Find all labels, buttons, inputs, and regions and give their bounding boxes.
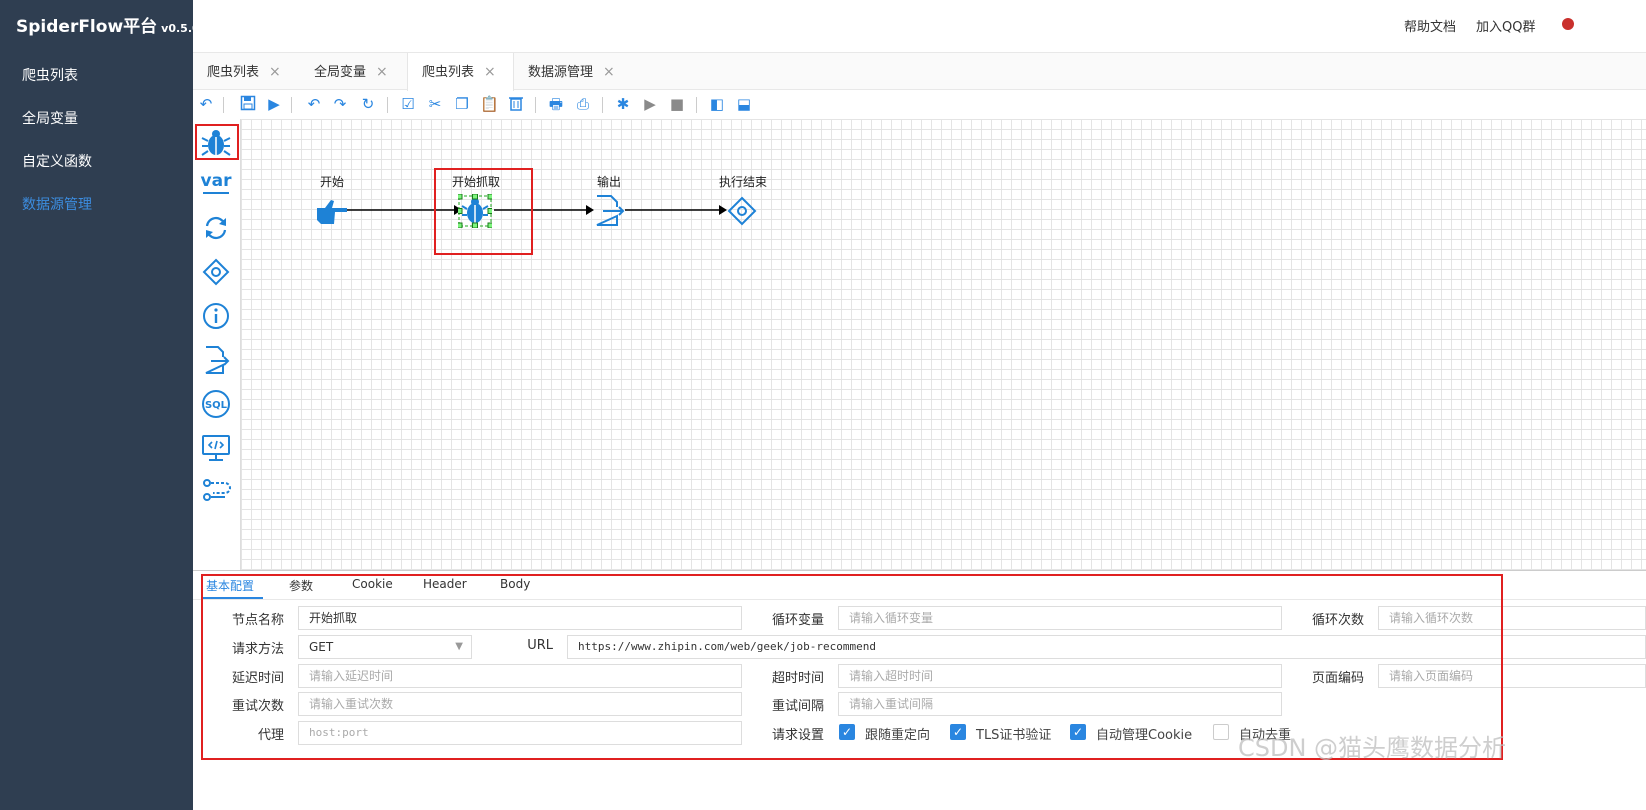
tab-spider-list[interactable]: 爬虫列表 ×: [193, 53, 300, 91]
output-node-icon[interactable]: [595, 194, 625, 232]
info-node-icon[interactable]: [199, 299, 233, 333]
node-palette: var SQL: [193, 119, 241, 570]
tab-spider-editor[interactable]: 爬虫列表 ×: [407, 53, 514, 92]
toolbar-divider: [223, 97, 224, 113]
undo-icon[interactable]: ↶: [305, 95, 323, 113]
delete-icon[interactable]: [507, 95, 525, 113]
tab-label: 爬虫列表: [422, 65, 475, 80]
arrow-head: [586, 205, 594, 215]
start-hand-icon[interactable]: [315, 194, 349, 232]
app-title: SpiderFlow平台: [16, 17, 158, 37]
toolbar-divider: [602, 97, 603, 113]
close-icon[interactable]: ×: [484, 64, 496, 80]
top-bar: 帮助文档 加入QQ群: [193, 0, 1646, 52]
tab-label: 数据源管理: [528, 65, 594, 80]
sidebar-item-datasource[interactable]: 数据源管理: [22, 194, 92, 214]
spider-node-highlight-box: [195, 124, 239, 160]
close-icon[interactable]: ×: [269, 64, 281, 80]
print-icon[interactable]: ⎙: [574, 95, 592, 113]
sidebar-item-custom-functions[interactable]: 自定义函数: [22, 151, 92, 171]
sql-node-icon[interactable]: SQL: [199, 387, 233, 421]
sidebar-item-global-vars[interactable]: 全局变量: [22, 108, 78, 128]
toolbar-divider: [291, 97, 292, 113]
node-start-label: 开始: [320, 175, 345, 189]
stop-icon[interactable]: ■: [668, 95, 686, 113]
code-node-icon[interactable]: [199, 431, 233, 465]
cut-icon[interactable]: ✂: [426, 95, 444, 113]
help-docs-link[interactable]: 帮助文档: [1404, 16, 1456, 35]
editor-toolbar: ↶ ▶ ↶ ↷ ↻ ☑ ✂ ❐ 📋 🖶 ⎙ ✱ ▶ ■ ◧ ⬓: [193, 91, 1646, 119]
close-icon[interactable]: ×: [603, 64, 615, 80]
sidebar: SpiderFlow平台 v0.5.0 爬虫列表 全局变量 自定义函数 数据源管理: [0, 0, 200, 810]
process-node-icon[interactable]: [199, 473, 233, 507]
copy-icon[interactable]: ❐: [453, 95, 471, 113]
toolbar-divider: [387, 97, 388, 113]
user-avatar[interactable]: [1562, 18, 1574, 30]
run-icon[interactable]: ▶: [265, 95, 283, 113]
crawl-node-highlight-box: [434, 168, 533, 255]
paste-icon[interactable]: 📋: [480, 95, 499, 113]
end-node-icon[interactable]: [727, 196, 757, 230]
output-node-icon[interactable]: [199, 343, 233, 377]
tab-global-vars[interactable]: 全局变量 ×: [300, 53, 407, 91]
redo-icon[interactable]: ↷: [331, 95, 349, 113]
layout-bottom-icon[interactable]: ⬓: [735, 95, 753, 113]
tab-datasource[interactable]: 数据源管理 ×: [514, 53, 624, 91]
loop-node-icon[interactable]: [199, 211, 233, 245]
layout-right-icon[interactable]: ◧: [708, 95, 726, 113]
debug-icon[interactable]: ✱: [614, 95, 632, 113]
sidebar-item-spider-list[interactable]: 爬虫列表: [22, 65, 78, 85]
condition-node-icon[interactable]: [199, 255, 233, 289]
tab-label: 爬虫列表: [207, 65, 260, 80]
variable-node-icon[interactable]: var: [199, 166, 233, 200]
close-icon[interactable]: ×: [376, 64, 388, 80]
join-qq-link[interactable]: 加入QQ群: [1476, 16, 1535, 35]
tab-bar: 爬虫列表 × 全局变量 × 爬虫列表 × 数据源管理 ×: [193, 52, 1646, 92]
node-output-label: 输出: [597, 175, 622, 189]
node-end-label: 执行结束: [719, 175, 768, 189]
toolbar-divider: [535, 97, 536, 113]
history-icon[interactable]: ↻: [359, 95, 377, 113]
toolbar-divider: [696, 97, 697, 113]
return-icon[interactable]: ↶: [197, 95, 215, 113]
tab-label: 全局变量: [314, 65, 367, 80]
var-label: var: [200, 170, 232, 191]
save-icon[interactable]: [239, 95, 257, 113]
watermark-text: CSDN @猫头鹰数据分析: [1238, 734, 1507, 762]
export-image-icon[interactable]: 🖶: [547, 95, 565, 113]
select-all-icon[interactable]: ☑: [399, 95, 417, 113]
sql-label: SQL: [205, 400, 228, 411]
arrow-head: [719, 205, 727, 215]
resume-icon[interactable]: ▶: [641, 95, 659, 113]
app-logo: SpiderFlow平台 v0.5.0: [16, 12, 200, 37]
